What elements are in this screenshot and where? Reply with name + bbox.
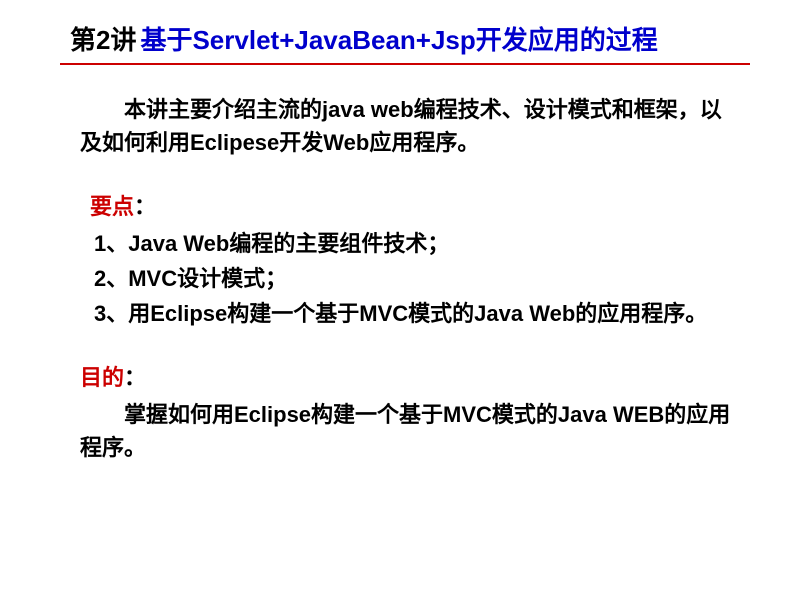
purpose-colon: ： <box>124 365 146 390</box>
slide-container: 第2讲 基于Servlet+JavaBean+Jsp开发应用的过程 本讲主要介绍… <box>0 0 800 600</box>
slide-title: 第2讲 基于Servlet+JavaBean+Jsp开发应用的过程 <box>60 20 740 57</box>
points-list: 1、Java Web编程的主要组件技术； 2、MVC设计模式； 3、用Eclip… <box>60 227 740 330</box>
intro-paragraph: 本讲主要介绍主流的java web编程技术、设计模式和框架，以及如何利用Ecli… <box>60 93 740 159</box>
title-prefix: 第2讲 <box>70 20 136 57</box>
point-item: 1、Java Web编程的主要组件技术； <box>90 227 740 260</box>
points-colon: ： <box>134 194 156 219</box>
point-item: 3、用Eclipse构建一个基于MVC模式的Java Web的应用程序。 <box>90 297 740 330</box>
points-label: 要点： <box>60 189 740 221</box>
points-label-text: 要点 <box>90 194 134 219</box>
title-main: 基于Servlet+JavaBean+Jsp开发应用的过程 <box>140 20 657 57</box>
purpose-paragraph: 掌握如何用Eclipse构建一个基于MVC模式的Java WEB的应用程序。 <box>60 398 740 464</box>
point-item: 2、MVC设计模式； <box>90 262 740 295</box>
purpose-label-text: 目的 <box>80 365 124 390</box>
purpose-label: 目的： <box>60 360 740 392</box>
title-underline <box>60 63 750 65</box>
